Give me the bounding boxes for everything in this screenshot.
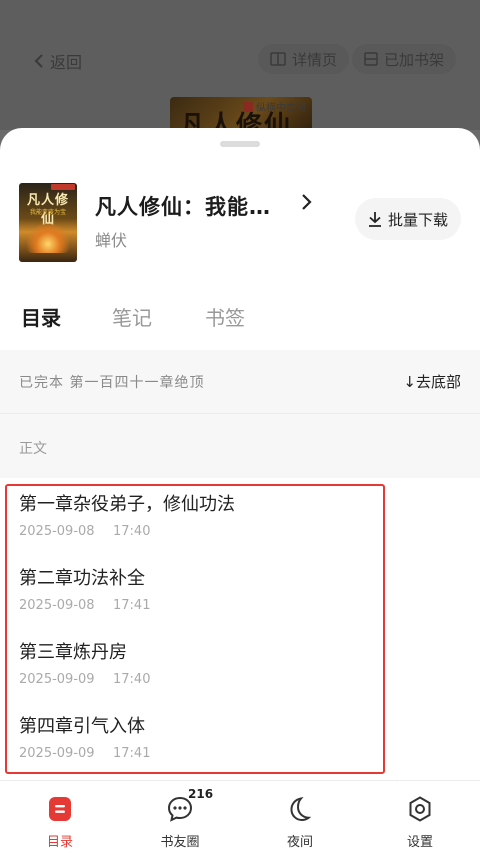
- book-cover: 凡人修仙 我能变废为宝: [19, 183, 77, 262]
- chapter-item[interactable]: 第一章杂役弟子，修仙功法 2025-09-08 17:40: [0, 478, 480, 552]
- book-title: 凡人修仙：我能…: [95, 195, 271, 219]
- chapter-item[interactable]: 第二章功法补全 2025-09-08 17:41: [0, 552, 480, 626]
- background-cover-brand: 纵横中文网: [243, 99, 306, 114]
- tab-bar: 目录 笔记 书签: [0, 286, 480, 348]
- detail-page-label: 详情页: [292, 50, 338, 69]
- cover-art: [27, 223, 69, 253]
- nav-night-mode[interactable]: 夜间: [240, 781, 360, 861]
- nav-settings-label: 设置: [406, 835, 433, 850]
- back-label: 返回: [50, 53, 83, 72]
- download-icon: [368, 212, 381, 227]
- nav-book-circle-label: 书友圈: [160, 835, 200, 850]
- chapter-date: 2025-09-08: [19, 524, 95, 539]
- nav-catalog-label: 目录: [46, 835, 73, 850]
- chapter-title: 第一章杂役弟子，修仙功法: [19, 494, 235, 515]
- tab-bookmarks[interactable]: 书签: [205, 302, 245, 331]
- go-to-bottom-label: 去底部: [415, 373, 461, 391]
- chapter-title: 第二章功法补全: [19, 568, 145, 589]
- chapter-time: 17:40: [113, 672, 151, 687]
- go-to-bottom-button[interactable]: ↓去底部: [403, 371, 461, 392]
- chevron-left-icon: [34, 54, 43, 68]
- back-button[interactable]: 返回: [34, 49, 82, 73]
- nav-book-circle[interactable]: 216 书友圈: [120, 781, 240, 861]
- book-status-text: 已完本 第一百四十一章绝顶: [19, 375, 205, 391]
- nav-catalog[interactable]: 目录: [0, 781, 120, 861]
- chapter-title: 第三章炼丹房: [19, 642, 127, 663]
- detail-page-button[interactable]: 详情页: [258, 44, 350, 74]
- tab-catalog[interactable]: 目录: [21, 302, 61, 331]
- bookshelf-icon: [364, 52, 378, 66]
- background-reader-header: 返回 详情页 已加书架 凡人修仙 纵横中文网: [0, 0, 480, 137]
- tab-notes[interactable]: 笔记: [112, 302, 152, 331]
- brand-logo-icon: [243, 101, 253, 112]
- catalog-sheet: 凡人修仙 我能变废为宝 凡人修仙：我能… 蝉伏 批量下载 目录 笔记 书签 已完…: [0, 128, 480, 861]
- added-to-shelf-label: 已加书架: [384, 50, 445, 69]
- chevron-right-icon[interactable]: [301, 192, 313, 212]
- chapter-item[interactable]: 第四章引气入体 2025-09-09 17:41: [0, 700, 480, 774]
- chapter-date: 2025-09-09: [19, 672, 95, 687]
- settings-icon: [409, 796, 431, 822]
- chapter-title: 第四章引气入体: [19, 716, 145, 737]
- chapter-time: 17:41: [113, 598, 151, 613]
- nav-settings[interactable]: 设置: [360, 781, 480, 861]
- chapter-date: 2025-09-09: [19, 746, 95, 761]
- book-author: 蝉伏: [95, 231, 128, 250]
- chapter-time: 17:40: [113, 524, 151, 539]
- bottom-nav: 目录 216 书友圈 夜间 设置: [0, 780, 480, 861]
- book-open-icon: [270, 52, 286, 66]
- nav-night-mode-label: 夜间: [286, 835, 313, 850]
- batch-download-button[interactable]: 批量下载: [355, 198, 461, 240]
- added-to-shelf-button[interactable]: 已加书架: [352, 44, 457, 74]
- sheet-grab-handle[interactable]: [220, 141, 260, 147]
- arrow-down-icon: ↓: [403, 373, 416, 391]
- batch-download-label: 批量下载: [387, 210, 448, 229]
- moon-icon: [290, 797, 312, 822]
- chapter-date: 2025-09-08: [19, 598, 95, 613]
- book-circle-count-badge: 216: [188, 787, 214, 801]
- book-info[interactable]: 凡人修仙 我能变废为宝 凡人修仙：我能… 蝉伏 批量下载: [19, 183, 461, 263]
- catalog-icon: [49, 797, 71, 821]
- section-label: 正文: [19, 441, 47, 457]
- book-status-row: 已完本 第一百四十一章绝顶 ↓去底部: [0, 350, 480, 414]
- section-header: 正文: [0, 414, 480, 478]
- chapter-item[interactable]: 第三章炼丹房 2025-09-09 17:40: [0, 626, 480, 700]
- cover-subtitle: 我能变废为宝: [29, 209, 66, 216]
- chapter-time: 17:41: [113, 746, 151, 761]
